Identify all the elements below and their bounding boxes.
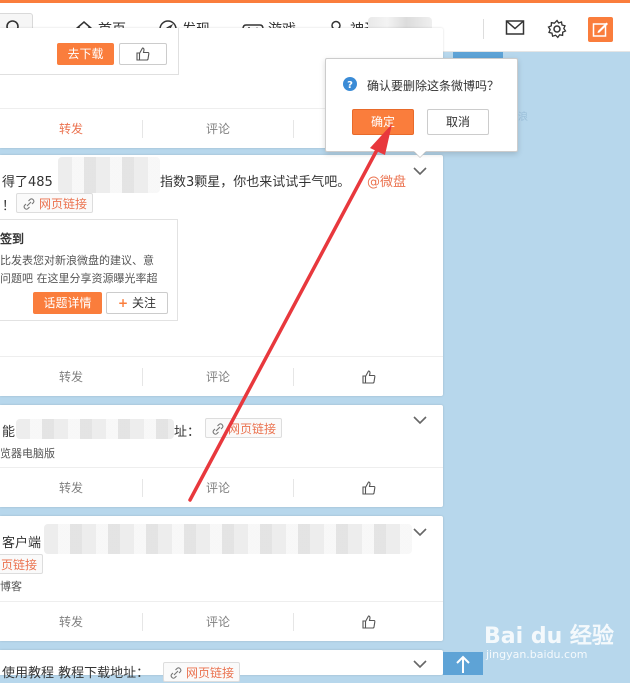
question-icon: ? bbox=[343, 77, 357, 91]
background-faint-text: 浪 bbox=[518, 112, 528, 123]
repost-button[interactable]: 转发 bbox=[0, 602, 142, 642]
post-source: 博客 bbox=[0, 580, 22, 593]
mention-link[interactable]: @微盘 bbox=[367, 171, 406, 190]
blurred-content bbox=[44, 524, 412, 554]
plus-icon: + bbox=[118, 296, 129, 310]
post-text-prefix: 客户端 bbox=[2, 536, 42, 551]
follow-label: 关注 bbox=[131, 296, 156, 310]
baidu-watermark: Bai du 经验 jingyan.baidu.com bbox=[480, 618, 630, 668]
scroll-to-top-button[interactable] bbox=[443, 652, 483, 675]
post-text-part2: 指数3颗星，你也来试试手气吧。 bbox=[160, 175, 351, 190]
chevron-down-icon[interactable] bbox=[413, 528, 427, 537]
thumbs-up-icon bbox=[136, 47, 150, 61]
gear-icon[interactable] bbox=[547, 19, 567, 39]
web-link[interactable]: 网页链接 bbox=[205, 418, 283, 438]
topic-attachment: 签到 比发表您对新浪微盘的建议、意 问题吧 在这里分享资源曝光率超 话题详情 +… bbox=[0, 219, 178, 321]
feed-card-5: 使用教程 教程下载地址： 网页链接 bbox=[0, 650, 443, 682]
post-source: 览器电脑版 bbox=[0, 447, 55, 460]
link-icon bbox=[23, 198, 35, 210]
like-button[interactable] bbox=[294, 602, 443, 642]
link-icon bbox=[212, 423, 224, 435]
comment-button[interactable]: 评论 bbox=[143, 109, 293, 149]
chevron-down-icon[interactable] bbox=[413, 660, 427, 669]
web-link[interactable]: 网页链接 bbox=[163, 662, 241, 682]
topic-detail-button[interactable]: 话题详情 bbox=[33, 292, 102, 314]
web-link[interactable]: 页链接 bbox=[0, 554, 44, 574]
thumbs-up-icon bbox=[361, 481, 375, 495]
like-button[interactable] bbox=[294, 357, 443, 397]
thumbs-up-icon bbox=[361, 370, 375, 384]
card2-action-bar: 转发 评论 bbox=[0, 356, 443, 397]
thumbs-up-icon bbox=[361, 615, 375, 629]
link-icon bbox=[170, 667, 182, 679]
cancel-button[interactable]: 取消 bbox=[427, 109, 489, 135]
web-link-label: 网页链接 bbox=[186, 666, 235, 680]
web-link-label: 页链接 bbox=[1, 558, 38, 572]
action-separator bbox=[293, 120, 294, 138]
card3-action-bar: 转发 评论 bbox=[0, 467, 443, 508]
post-text-prefix: 能 bbox=[2, 425, 16, 440]
svg-text:?: ? bbox=[347, 80, 353, 91]
blurred-content bbox=[58, 157, 160, 193]
like-button[interactable] bbox=[294, 468, 443, 508]
download-button[interactable]: 去下载 bbox=[57, 43, 114, 65]
repost-button[interactable]: 转发 bbox=[0, 109, 142, 149]
popup-message: 确认要删除这条微博吗？ bbox=[367, 79, 500, 93]
repost-button[interactable]: 转发 bbox=[0, 468, 142, 508]
comment-button[interactable]: 评论 bbox=[143, 357, 293, 397]
post-text: 使用教程 教程下载地址： bbox=[2, 666, 150, 681]
blurred-content bbox=[16, 419, 174, 439]
confirm-button[interactable]: 确定 bbox=[352, 109, 414, 135]
attachment-desc-2: 问题吧 在这里分享资源曝光率超 bbox=[0, 272, 158, 285]
repost-button[interactable]: 转发 bbox=[0, 357, 142, 397]
feed-card-3: 能 址： 网页链接 览器电脑版 转发 评论 bbox=[0, 405, 443, 507]
attachment-desc-1: 比发表您对新浪微盘的建议、意 bbox=[0, 254, 154, 267]
arrow-up-icon bbox=[456, 655, 470, 673]
nav-divider bbox=[483, 19, 484, 39]
chevron-down-icon[interactable] bbox=[413, 416, 427, 425]
post-text-suffix: 址： bbox=[174, 425, 201, 440]
comment-button[interactable]: 评论 bbox=[143, 468, 293, 508]
web-link-label: 网页链接 bbox=[39, 197, 88, 211]
like-button[interactable] bbox=[119, 43, 167, 65]
watermark-main: Bai du 经验 bbox=[484, 624, 614, 649]
post-text-line2: ！ bbox=[2, 199, 16, 214]
chevron-down-icon[interactable] bbox=[413, 167, 427, 176]
attachment-title: 签到 bbox=[0, 232, 25, 246]
feed-card-2: 得了485 指数3颗星，你也来试试手气吧。 @微盘 ！ 网页链接 签到 比发表您… bbox=[0, 155, 443, 396]
mail-icon[interactable] bbox=[505, 19, 525, 37]
follow-button[interactable]: + 关注 bbox=[106, 292, 168, 314]
web-link-label: 网页链接 bbox=[228, 422, 277, 436]
post-text-part1: 得了485 bbox=[2, 175, 53, 190]
watermark-sub: jingyan.baidu.com bbox=[486, 648, 588, 661]
popup-arrow bbox=[412, 149, 428, 157]
card4-action-bar: 转发 评论 bbox=[0, 601, 443, 642]
web-link[interactable]: 网页链接 bbox=[16, 193, 94, 213]
delete-confirm-popup: ? 确认要删除这条微博吗？ 确定 取消 bbox=[325, 58, 518, 152]
edit-icon bbox=[592, 22, 608, 37]
compose-button[interactable] bbox=[588, 17, 613, 42]
comment-button[interactable]: 评论 bbox=[143, 602, 293, 642]
feed-card-4: 客户端 页链接 博客 转发 评论 bbox=[0, 516, 443, 641]
